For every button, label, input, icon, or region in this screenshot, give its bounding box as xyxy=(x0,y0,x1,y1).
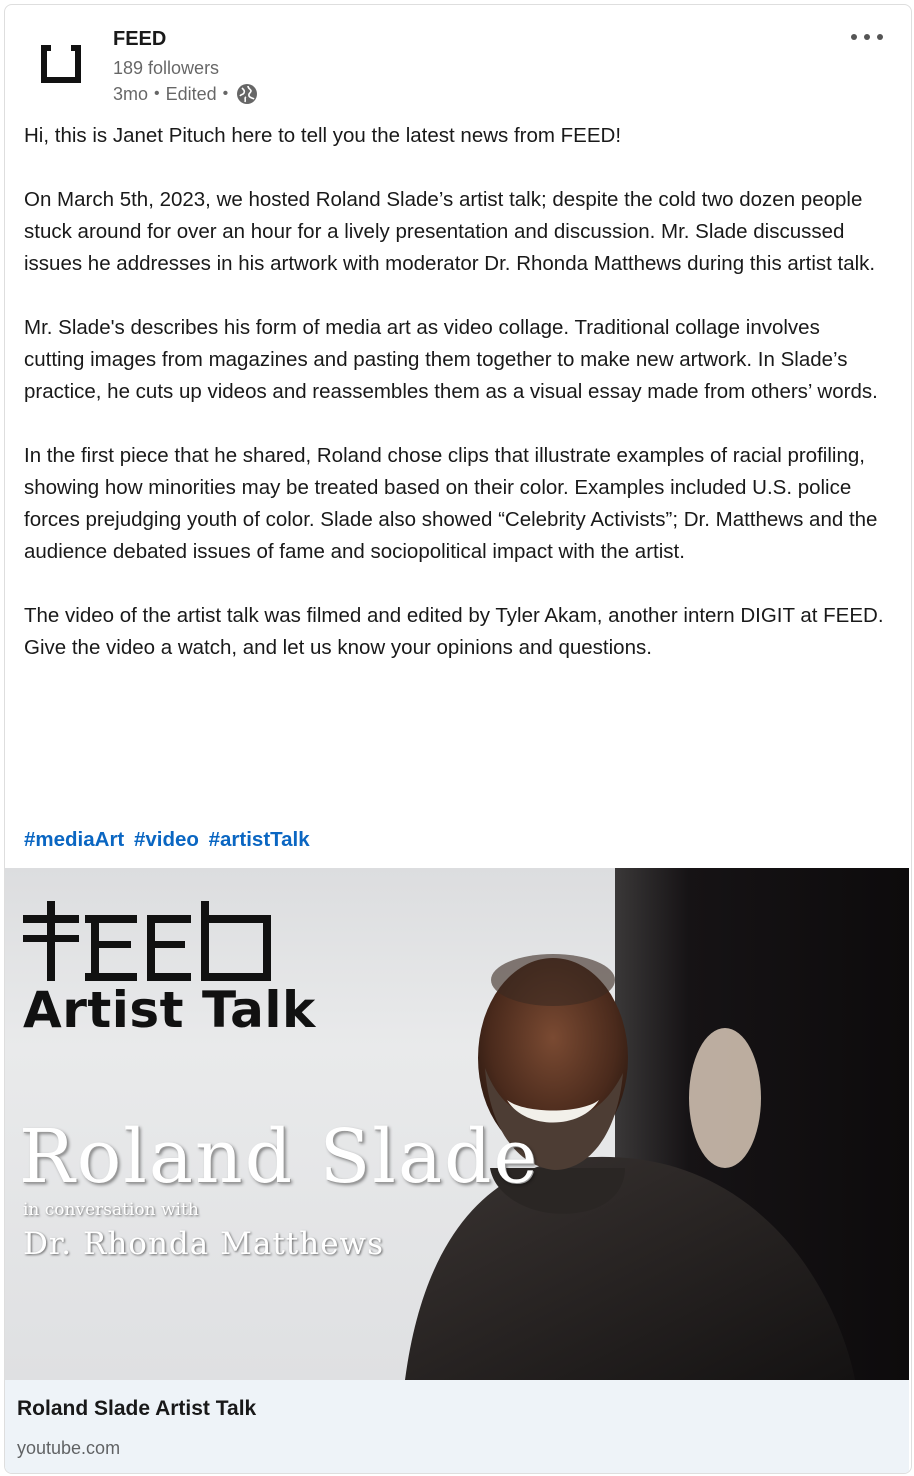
more-options-button[interactable] xyxy=(847,25,887,49)
post-age: 3mo xyxy=(113,83,149,104)
post-body: Hi, this is Janet Pituch here to tell yo… xyxy=(24,120,884,696)
thumbnail-artist-name: Roland Slade xyxy=(19,1114,540,1200)
meta-separator: • xyxy=(222,85,229,102)
feed-logo-icon xyxy=(23,901,271,981)
edited-label: Edited xyxy=(165,83,217,104)
thumbnail-heading: Artist Talk xyxy=(23,981,316,1039)
post-card: FEED 189 followers 3mo • Edited • Hi, th… xyxy=(4,4,912,1474)
page-name[interactable]: FEED xyxy=(113,28,166,51)
meta-separator: • xyxy=(154,85,160,102)
hashtag-link[interactable]: #video xyxy=(134,828,199,851)
video-thumbnail[interactable]: Artist Talk Roland Slade in conversation… xyxy=(5,868,909,1380)
post-paragraph: The video of the artist talk was filmed … xyxy=(24,604,884,659)
hashtag-list: #mediaArt #video #artistTalk xyxy=(24,824,314,856)
post-paragraph: In the first piece that he shared, Rolan… xyxy=(24,444,878,563)
follower-count: 189 followers xyxy=(113,58,220,78)
post-meta: 3mo • Edited • xyxy=(113,83,258,105)
link-preview[interactable]: Roland Slade Artist Talk youtube.com xyxy=(5,1380,909,1473)
globe-icon xyxy=(237,84,258,104)
thumbnail-subtitle: in conversation with xyxy=(23,1200,199,1220)
feed-logo-icon[interactable] xyxy=(33,33,91,91)
more-horizontal-icon xyxy=(851,34,883,40)
post-paragraph: Hi, this is Janet Pituch here to tell yo… xyxy=(24,124,622,147)
link-domain: youtube.com xyxy=(17,1438,121,1458)
post-paragraph: Mr. Slade's describes his form of media … xyxy=(24,316,878,403)
thumbnail-guest-name: Dr. Rhonda Matthews xyxy=(23,1226,384,1262)
link-title[interactable]: Roland Slade Artist Talk xyxy=(17,1397,256,1421)
post-paragraph: On March 5th, 2023, we hosted Roland Sla… xyxy=(24,188,876,275)
hashtag-link[interactable]: #mediaArt xyxy=(24,828,124,851)
hashtag-link[interactable]: #artistTalk xyxy=(209,828,310,851)
post-header: FEED 189 followers 3mo • Edited • xyxy=(5,5,911,115)
